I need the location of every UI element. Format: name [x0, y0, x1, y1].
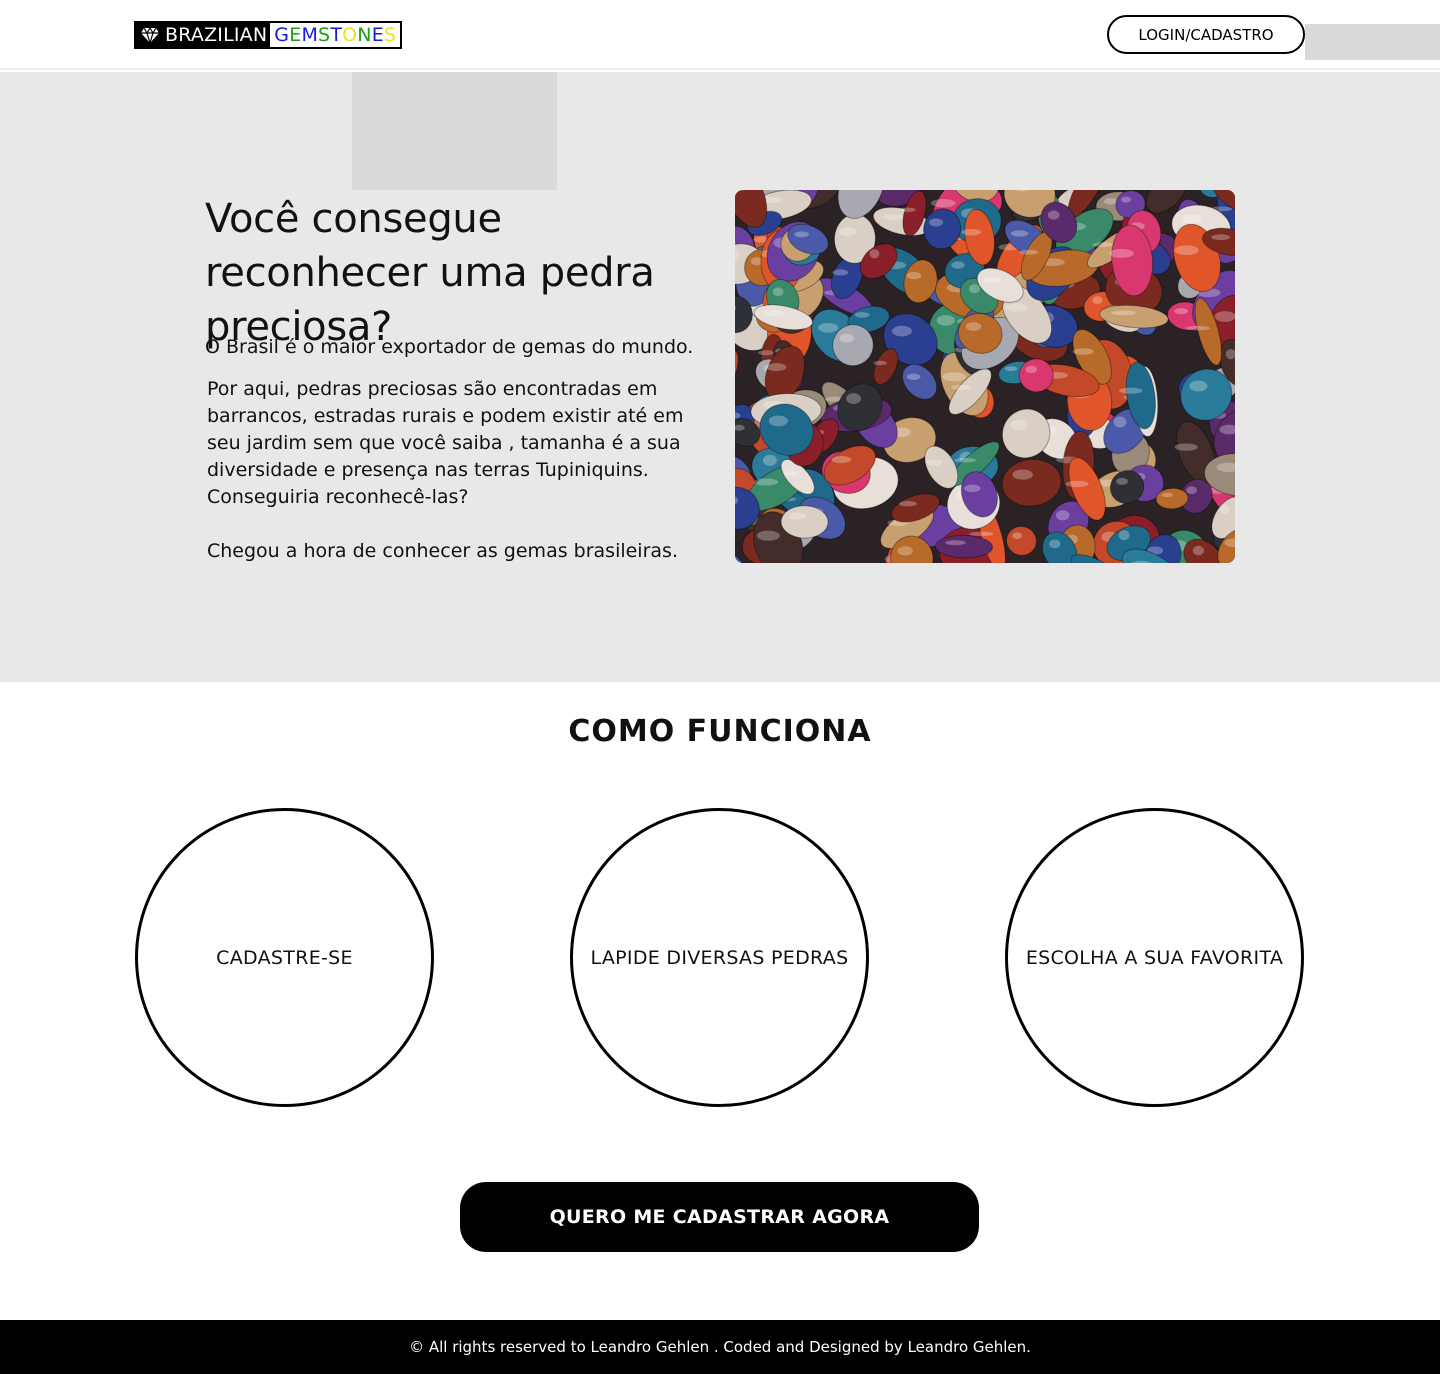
diamond-icon — [141, 26, 159, 45]
hero-section: Você consegue reconhecer uma pedra preci… — [0, 72, 1440, 682]
hero-lead: O Brasil é o maior exportador de gemas d… — [205, 336, 694, 358]
site-footer: © All rights reserved to Leandro Gehlen … — [0, 1320, 1440, 1374]
signup-now-button[interactable]: QUERO ME CADASTRAR AGORA — [460, 1182, 979, 1252]
step-label: CADASTRE-SE — [216, 946, 353, 969]
footer-copyright: © All rights reserved to Leandro Gehlen … — [409, 1338, 1031, 1356]
logo-letter: N — [357, 24, 372, 46]
logo-letter: E — [289, 24, 302, 46]
logo-brazilian-text: BRAZILIAN — [165, 24, 268, 46]
site-header: BRAZILIAN GEMSTONES LOGIN/CADASTRO — [0, 0, 1440, 70]
step-choose-favorite: ESCOLHA A SUA FAVORITA — [1005, 808, 1304, 1107]
header-placeholder-block — [1305, 24, 1440, 60]
step-label: ESCOLHA A SUA FAVORITA — [1025, 946, 1284, 969]
logo-letter: T — [330, 24, 343, 46]
image-placeholder — [352, 72, 557, 190]
step-signup: CADASTRE-SE — [135, 808, 434, 1107]
login-signup-button[interactable]: LOGIN/CADASTRO — [1107, 15, 1305, 54]
gemstones-photo — [735, 190, 1235, 563]
logo-letter: S — [383, 24, 397, 46]
logo-letter: E — [371, 24, 384, 46]
hero-cta-text: Chegou a hora de conhecer as gemas brasi… — [207, 540, 678, 562]
hero-body: Por aqui, pedras preciosas são encontrad… — [207, 378, 684, 508]
logo-letter: M — [301, 24, 319, 46]
gemstones-photo-illustration — [735, 190, 1235, 563]
logo-gemstones-text: GEMSTONES — [270, 23, 401, 47]
logo-left: BRAZILIAN — [136, 23, 271, 47]
logo-letter: G — [274, 24, 290, 46]
hero-title: Você consegue reconhecer uma pedra preci… — [205, 196, 655, 350]
site-logo[interactable]: BRAZILIAN GEMSTONES — [134, 21, 403, 49]
how-it-works-title: COMO FUNCIONA — [568, 714, 872, 749]
step-cut-stones: LAPIDE DIVERSAS PEDRAS — [570, 808, 869, 1107]
logo-letter: O — [342, 24, 358, 46]
logo-letter: S — [318, 24, 331, 46]
step-label: LAPIDE DIVERSAS PEDRAS — [590, 946, 849, 969]
